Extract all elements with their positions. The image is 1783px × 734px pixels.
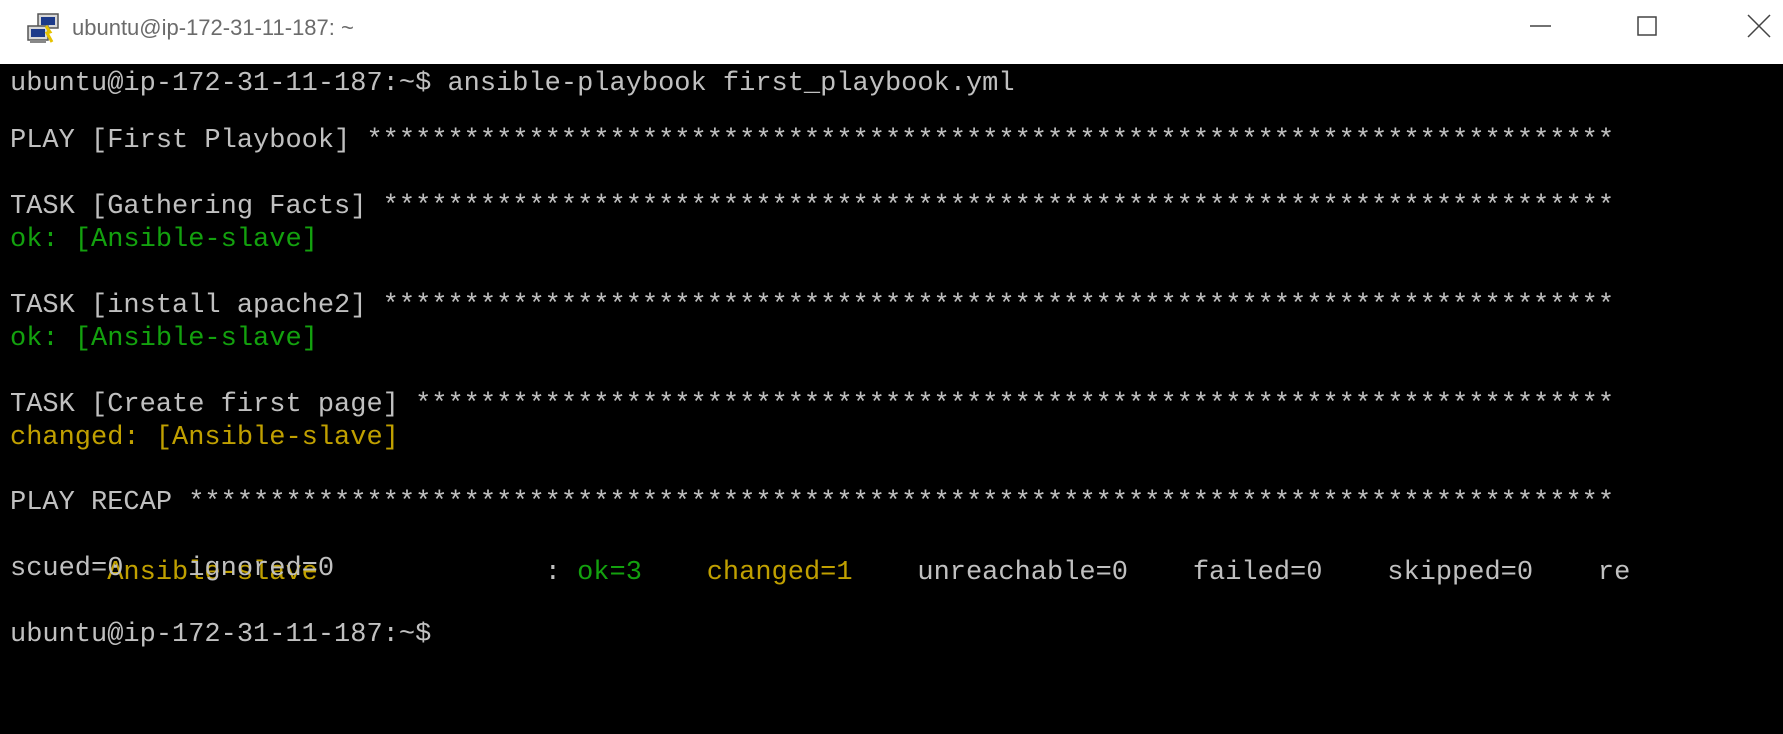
recap-separator: : xyxy=(317,558,578,588)
terminal-line-command: ubuntu@ip-172-31-11-187:~$ ansible-playb… xyxy=(10,69,1015,99)
recap-changed-count: changed=1 xyxy=(706,558,853,588)
terminal-line-ok-status: ok: [Ansible-slave] xyxy=(10,225,318,255)
terminal-window: ubuntu@ip-172-31-11-187: ~ ubuntu@ip-172… xyxy=(0,0,1783,734)
terminal-line-changed-status: changed: [Ansible-slave] xyxy=(10,423,399,453)
terminal-line-play-recap: PLAY RECAP *****************************… xyxy=(10,488,1615,518)
recap-other-counts: unreachable=0 failed=0 skipped=0 re xyxy=(852,558,1631,588)
close-icon xyxy=(1747,14,1771,38)
putty-icon[interactable] xyxy=(26,12,62,46)
window-title: ubuntu@ip-172-31-11-187: ~ xyxy=(72,15,354,40)
recap-spacer xyxy=(642,558,707,588)
maximize-icon xyxy=(1637,16,1657,36)
maximize-button[interactable] xyxy=(1612,0,1682,60)
terminal-line-play-header: PLAY [First Playbook] ******************… xyxy=(10,126,1615,156)
close-button[interactable] xyxy=(1713,0,1783,60)
terminal-line-recap-continued: scued=0 ignored=0 xyxy=(10,554,335,584)
terminal-line-ok-status: ok: [Ansible-slave] xyxy=(10,324,318,354)
minimize-button[interactable] xyxy=(1506,0,1576,60)
terminal-line-task-gathering-facts: TASK [Gathering Facts] *****************… xyxy=(10,192,1615,222)
terminal-output[interactable]: ubuntu@ip-172-31-11-187:~$ ansible-playb… xyxy=(0,64,1783,734)
terminal-line-task-create-first-page: TASK [Create first page] ***************… xyxy=(10,390,1615,420)
title-bar[interactable]: ubuntu@ip-172-31-11-187: ~ xyxy=(0,0,1783,64)
terminal-line-recap-summary: Ansible-slave : ok=3 changed=1 unreachab… xyxy=(10,518,1630,588)
recap-ok-count: ok=3 xyxy=(577,558,642,588)
terminal-line-task-install-apache2: TASK [install apache2] *****************… xyxy=(10,291,1615,321)
terminal-prompt: ubuntu@ip-172-31-11-187:~$ xyxy=(10,620,432,650)
minimize-icon xyxy=(1530,25,1551,27)
